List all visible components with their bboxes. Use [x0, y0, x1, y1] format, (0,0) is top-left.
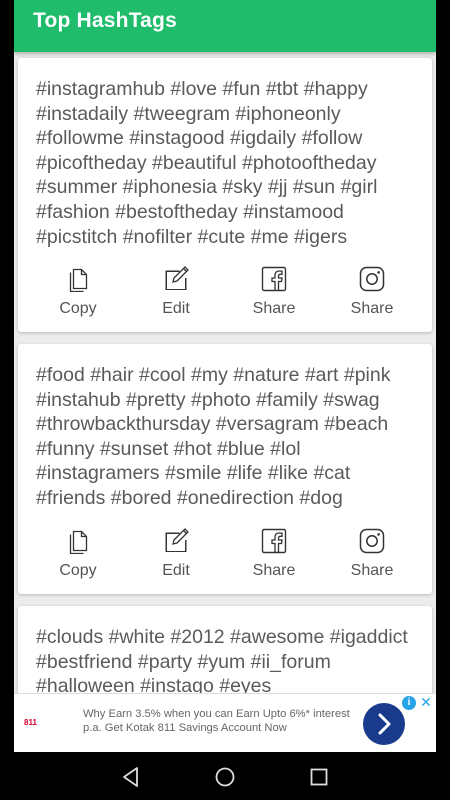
share-facebook-label: Share	[252, 562, 296, 579]
home-icon	[215, 767, 235, 787]
app-title: Top HashTags	[33, 9, 177, 32]
share-facebook-button[interactable]: Share	[229, 528, 319, 588]
copy-icon	[65, 266, 91, 292]
advertiser-logo-text: 811	[24, 718, 37, 727]
copy-label: Copy	[59, 300, 97, 317]
facebook-icon	[261, 266, 287, 292]
home-button[interactable]	[213, 765, 237, 789]
system-nav-bar	[0, 752, 450, 800]
recents-button[interactable]	[307, 765, 331, 789]
share-facebook-button[interactable]: Share	[229, 266, 319, 326]
hashtag-card: #food #hair #cool #my #nature #art #pink…	[18, 344, 432, 594]
advertiser-logo: 811	[24, 712, 80, 734]
hashtag-list[interactable]: #instagramhub #love #fun #tbt #happy #in…	[36, 77, 424, 249]
facebook-icon	[261, 528, 287, 554]
card-actions: Copy Edit Share Share	[18, 266, 432, 326]
edit-label: Edit	[162, 300, 190, 317]
share-facebook-label: Share	[252, 300, 296, 317]
recents-icon	[310, 768, 328, 786]
ad-banner[interactable]: 811 Why Earn 3.5% when you can Earn Upto…	[14, 693, 436, 752]
copy-button[interactable]: Copy	[33, 528, 123, 588]
copy-label: Copy	[59, 562, 97, 579]
back-button[interactable]	[119, 765, 143, 789]
ad-close-icon[interactable]: ✕	[419, 695, 433, 709]
edit-label: Edit	[162, 562, 190, 579]
edit-icon	[163, 266, 189, 292]
ad-text[interactable]: Why Earn 3.5% when you can Earn Upto 6%*…	[83, 707, 353, 735]
edit-icon	[163, 528, 189, 554]
edit-button[interactable]: Edit	[131, 528, 221, 588]
share-instagram-label: Share	[350, 562, 394, 579]
share-instagram-button[interactable]: Share	[327, 528, 417, 588]
ad-open-button[interactable]	[363, 703, 405, 745]
hashtag-list[interactable]: #food #hair #cool #my #nature #art #pink…	[36, 363, 424, 511]
card-actions: Copy Edit Share Share	[18, 528, 432, 588]
chevron-right-icon	[378, 713, 391, 735]
back-icon	[123, 767, 138, 787]
hashtag-list[interactable]: #clouds #white #2012 #awesome #igaddict …	[36, 625, 424, 699]
instagram-icon	[359, 266, 385, 292]
ad-info-icon[interactable]: i	[402, 696, 416, 710]
app-screen: Top HashTags #instagramhub #love #fun #t…	[14, 0, 436, 752]
share-instagram-label: Share	[350, 300, 394, 317]
share-instagram-button[interactable]: Share	[327, 266, 417, 326]
app-bar: Top HashTags	[14, 0, 436, 52]
copy-button[interactable]: Copy	[33, 266, 123, 326]
copy-icon	[65, 528, 91, 554]
hashtag-card: #instagramhub #love #fun #tbt #happy #in…	[18, 58, 432, 332]
instagram-icon	[359, 528, 385, 554]
edit-button[interactable]: Edit	[131, 266, 221, 326]
